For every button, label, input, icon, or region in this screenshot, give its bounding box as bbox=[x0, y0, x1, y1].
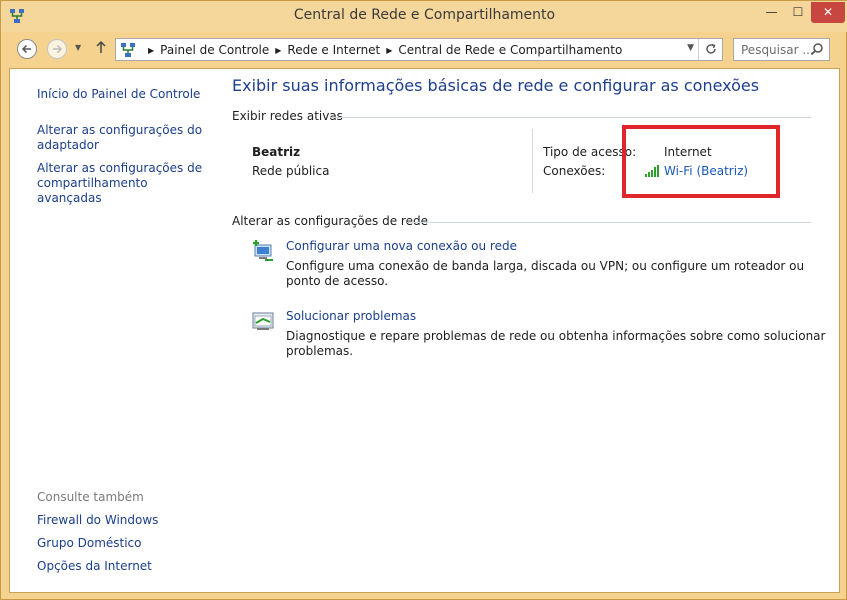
network-name: Beatriz bbox=[252, 145, 301, 159]
close-button[interactable]: ✕ bbox=[811, 2, 845, 23]
sidebar-link-internet-options[interactable]: Opções da Internet bbox=[37, 559, 212, 574]
connections-label: Conexões: bbox=[543, 164, 606, 178]
highlight-annotation-box bbox=[622, 125, 780, 198]
breadcrumb-separator-icon[interactable]: ▶ bbox=[275, 46, 281, 55]
minimize-button[interactable]: — bbox=[758, 2, 785, 23]
sidebar: Início do Painel de Controle Alterar as … bbox=[10, 69, 215, 592]
window-title: Central de Rede e Compartilhamento bbox=[293, 7, 556, 23]
refresh-button[interactable] bbox=[698, 39, 722, 60]
breadcrumb-separator-icon: ▶ bbox=[148, 46, 155, 55]
window: Central de Rede e Compartilhamento — ☐ ✕… bbox=[0, 0, 847, 600]
up-level-button[interactable] bbox=[95, 40, 107, 58]
page-title: Exibir suas informações básicas de rede … bbox=[232, 76, 760, 95]
troubleshoot-description: Diagnostique e repare problemas de rede … bbox=[286, 329, 826, 358]
sidebar-link-adapter-settings[interactable]: Alterar as configurações do adaptador bbox=[37, 123, 212, 153]
arrow-up-icon bbox=[96, 40, 106, 53]
search-box[interactable]: Pesquisar ... bbox=[733, 38, 830, 61]
search-input[interactable]: Pesquisar ... bbox=[741, 43, 814, 57]
back-button[interactable] bbox=[17, 39, 37, 59]
vertical-divider bbox=[532, 129, 533, 193]
address-dropdown-icon[interactable]: ▼ bbox=[687, 43, 694, 53]
content-area: Início do Painel de Controle Alterar as … bbox=[9, 68, 840, 593]
recent-locations-chevron-icon[interactable]: ▼ bbox=[75, 43, 81, 52]
search-icon[interactable] bbox=[810, 42, 824, 56]
setup-new-connection-description: Configure uma conexão de banda larga, di… bbox=[286, 259, 805, 288]
new-connection-icon bbox=[253, 240, 273, 261]
active-networks-heading: Exibir redes ativas bbox=[232, 109, 343, 123]
refresh-icon bbox=[705, 43, 716, 54]
sidebar-link-homegroup[interactable]: Grupo Doméstico bbox=[37, 536, 212, 551]
breadcrumb-separator-icon[interactable]: ▶ bbox=[386, 46, 392, 55]
forward-button[interactable] bbox=[47, 39, 67, 59]
troubleshoot-link[interactable]: Solucionar problemas bbox=[286, 309, 416, 323]
sidebar-link-advanced-sharing[interactable]: Alterar as configurações de compartilham… bbox=[37, 161, 212, 206]
network-type[interactable]: Rede pública bbox=[252, 164, 329, 178]
arrow-left-icon bbox=[21, 44, 31, 54]
sidebar-link-control-panel-home[interactable]: Início do Painel de Controle bbox=[37, 87, 212, 102]
section-divider bbox=[330, 117, 811, 118]
troubleshoot-icon bbox=[252, 312, 274, 330]
change-settings-heading: Alterar as configurações de rede bbox=[232, 214, 428, 228]
see-also-heading: Consulte também bbox=[37, 490, 144, 504]
title-bar: Central de Rede e Compartilhamento — ☐ ✕ bbox=[1, 1, 847, 32]
breadcrumb: ▶ Painel de Controle ▶ Rede e Internet ▶ Cent… bbox=[142, 43, 622, 57]
sidebar-link-firewall[interactable]: Firewall do Windows bbox=[37, 513, 212, 528]
arrow-right-icon bbox=[53, 44, 63, 54]
navigation-bar: ▼ ▶ Painel de Controle ▶ Rede e Internet ▶ Ce… bbox=[9, 32, 840, 68]
section-divider bbox=[407, 222, 811, 223]
address-bar[interactable]: ▶ Painel de Controle ▶ Rede e Internet ▶ Cent… bbox=[115, 38, 723, 61]
setup-new-connection-link[interactable]: Configurar uma nova conexão ou rede bbox=[286, 239, 517, 253]
maximize-button[interactable]: ☐ bbox=[785, 2, 811, 23]
breadcrumb-item-control-panel[interactable]: Painel de Controle bbox=[160, 43, 269, 57]
breadcrumb-item-network-center[interactable]: Central de Rede e Compartilhamento bbox=[398, 43, 622, 57]
control-panel-icon bbox=[121, 43, 135, 57]
breadcrumb-item-network-internet[interactable]: Rede e Internet bbox=[287, 43, 380, 57]
